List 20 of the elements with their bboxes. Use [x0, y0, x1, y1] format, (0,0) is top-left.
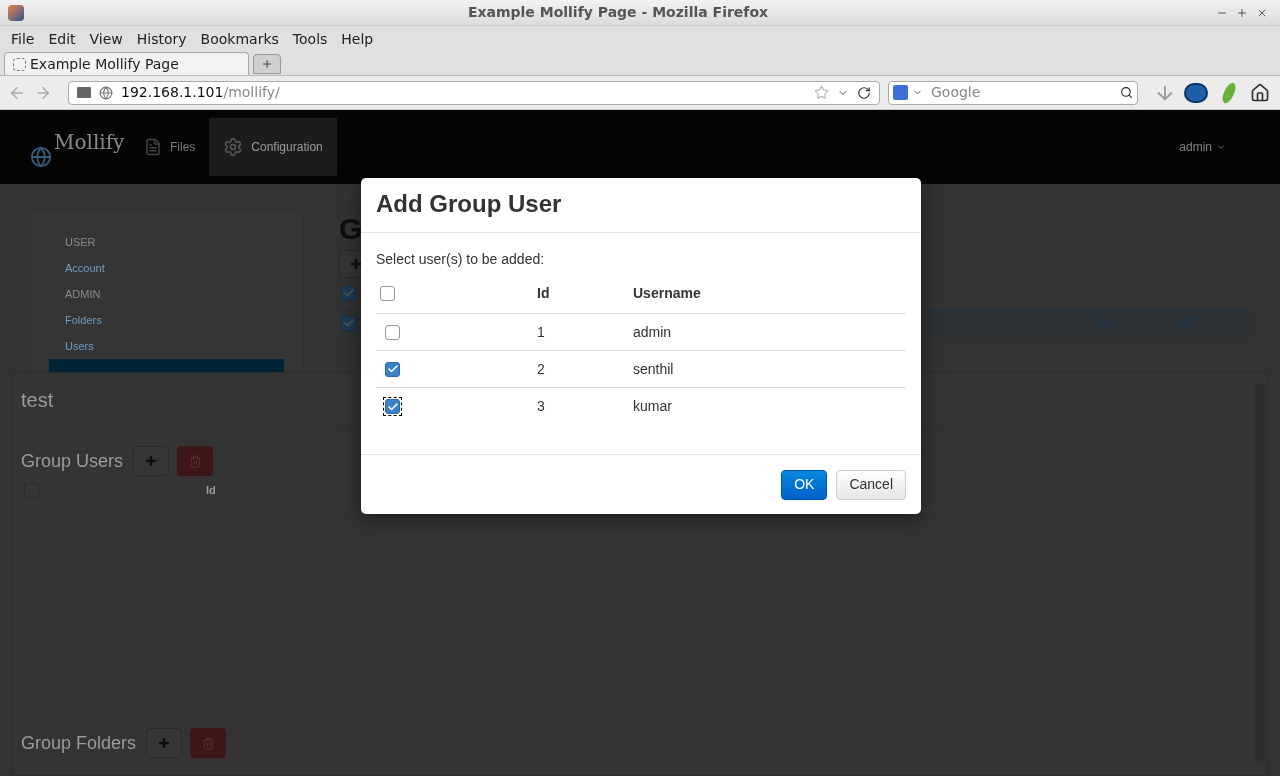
table-cell-text: admin [633, 322, 672, 342]
section-title: Group Users [21, 449, 124, 473]
tab-title: Example Mollify Page [30, 54, 179, 74]
search-placeholder: Google [930, 83, 982, 102]
dialog-title: Add Group User [361, 178, 921, 233]
logo: Mollify [54, 129, 125, 156]
column-header: Id [206, 482, 216, 498]
table-cell-text: 1 [537, 322, 546, 342]
dialog-prompt: Select user(s) to be added: [376, 250, 546, 269]
window-title: Example Mollify Page - Mozilla Firefox [466, 3, 770, 22]
column-header: Id [537, 284, 551, 303]
section-title: Group Folders [21, 731, 137, 755]
table-cell-text: kumar [633, 397, 672, 416]
column-header: Username [633, 284, 701, 303]
nav-label: Configuration [251, 139, 323, 156]
sidebar-header: ADMIN [64, 286, 102, 302]
table-cell-text: 3 [537, 397, 546, 416]
url-text: 192.168.1.101/mollify/ [121, 83, 281, 102]
nav-label: Files [170, 139, 196, 156]
sidebar-header: USER [64, 234, 97, 250]
